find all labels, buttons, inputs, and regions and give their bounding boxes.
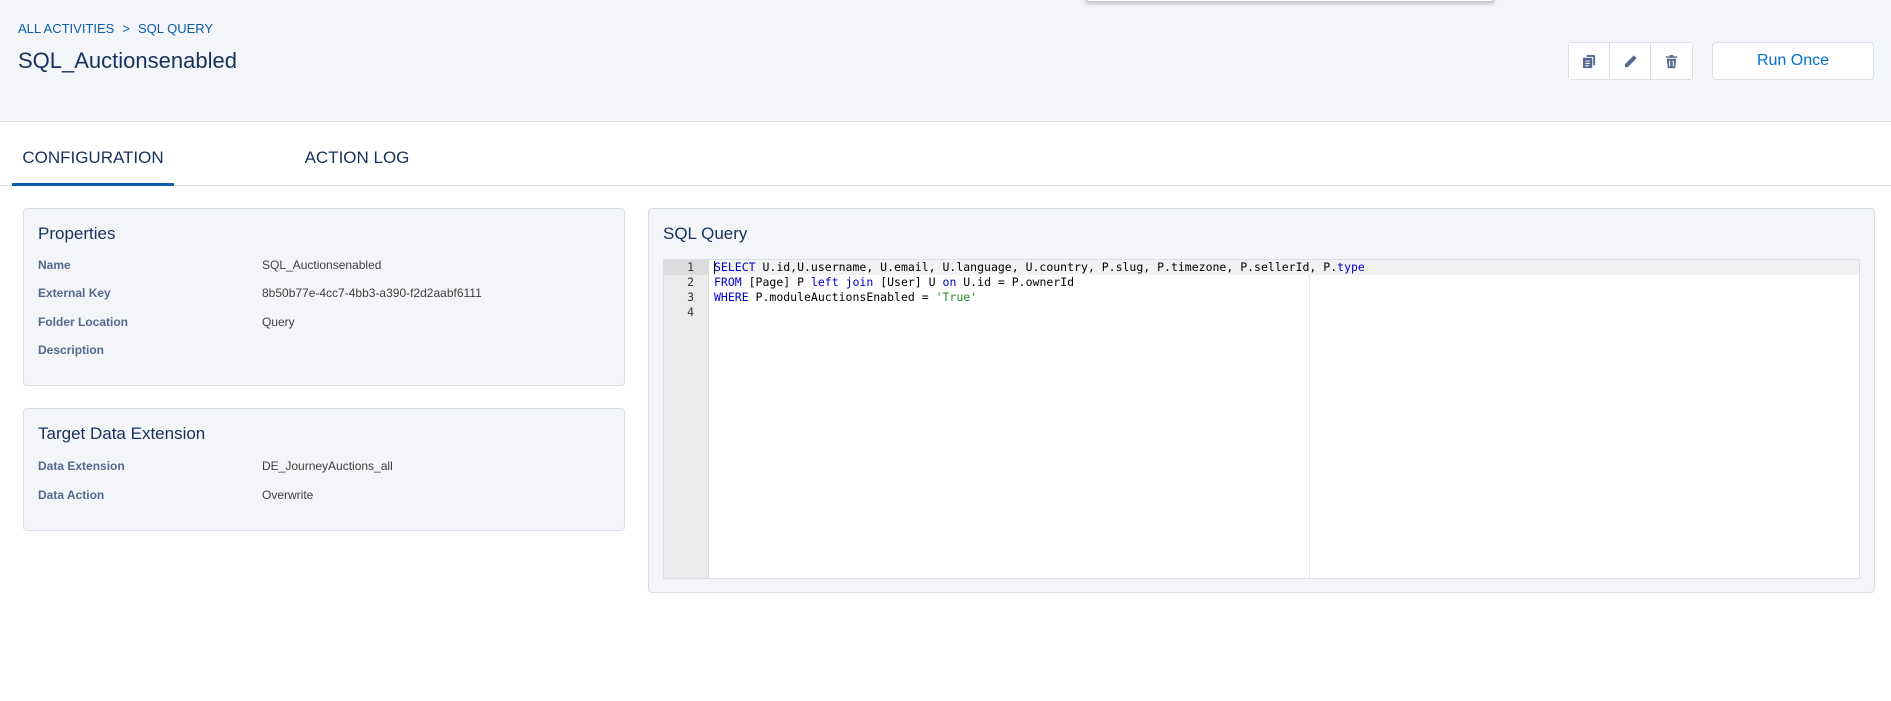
property-value: Overwrite — [262, 488, 314, 502]
sql-keyword: type — [1337, 260, 1365, 274]
line-number: 4 — [687, 305, 694, 319]
property-value: DE_JourneyAuctions_all — [262, 459, 393, 473]
tab-configuration[interactable]: CONFIGURATION — [12, 122, 174, 186]
sql-keyword: WHERE — [714, 290, 749, 304]
property-label: Data Extension — [38, 459, 125, 473]
property-label: Folder Location — [38, 315, 128, 329]
breadcrumb: ALL ACTIVITIES > SQL QUERY — [18, 21, 213, 36]
sql-query-title: SQL Query — [663, 224, 748, 243]
sql-keyword: on — [942, 275, 957, 289]
property-value: 8b50b77e-4cc7-4bb3-a390-f2d2aabf6111 — [262, 286, 482, 300]
sql-keyword: left join — [810, 275, 874, 289]
property-label: External Key — [38, 286, 111, 300]
code-lines[interactable]: SELECT U.id,U.username, U.email, U.langu… — [714, 260, 1859, 320]
line-number-gutter: 1234 — [664, 260, 709, 578]
sql-token: [User] U — [873, 275, 943, 289]
action-icon-group — [1568, 42, 1693, 80]
popover-edge — [1085, 0, 1495, 2]
sql-keyword: SELECT — [714, 260, 756, 274]
line-number: 3 — [687, 290, 694, 304]
breadcrumb-sql-query[interactable]: SQL QUERY — [138, 21, 213, 36]
properties-title: Properties — [38, 224, 116, 243]
pencil-icon — [1624, 54, 1637, 67]
property-label: Description — [38, 343, 105, 357]
property-label: Data Action — [38, 488, 105, 502]
breadcrumb-separator: > — [122, 21, 130, 36]
property-value: Query — [262, 315, 295, 329]
line-number: 2 — [687, 275, 694, 289]
target-data-extension-card: Target Data Extension Data Extension DE_… — [23, 408, 625, 531]
page-title: SQL_Auctionsenabled — [18, 48, 237, 73]
property-value: SQL_Auctionsenabled — [262, 258, 382, 272]
sql-query-card: SQL Query 1234 SELECT U.id,U.username, U… — [648, 208, 1875, 593]
breadcrumb-all-activities[interactable]: ALL ACTIVITIES — [18, 21, 114, 36]
run-once-button[interactable]: Run Once — [1712, 42, 1874, 80]
tab-bar: CONFIGURATION ACTION LOG — [0, 122, 1891, 186]
text-cursor — [714, 261, 715, 274]
edit-button[interactable] — [1610, 43, 1651, 79]
properties-card: Properties Name SQL_Auctionsenabled Exte… — [23, 208, 625, 386]
target-title: Target Data Extension — [38, 424, 206, 443]
line-number: 1 — [664, 260, 708, 275]
property-label: Name — [38, 258, 71, 272]
sql-string: 'True' — [935, 290, 978, 304]
delete-button[interactable] — [1651, 43, 1692, 79]
tab-action-log[interactable]: ACTION LOG — [290, 122, 424, 186]
sql-token: P.moduleAuctionsEnabled = — [748, 290, 936, 304]
page-header: ALL ACTIVITIES > SQL QUERY SQL_Auctionse… — [0, 0, 1891, 122]
code-line: SELECT U.id,U.username, U.email, U.langu… — [714, 260, 1859, 275]
code-line: FROM [Page] P left join [User] U on U.id… — [714, 275, 1859, 290]
sql-keyword: FROM — [714, 275, 742, 289]
copy-icon — [1582, 54, 1595, 68]
trash-icon — [1665, 54, 1678, 68]
sql-token: U.id = P.ownerId — [956, 275, 1075, 289]
copy-button[interactable] — [1569, 43, 1610, 79]
code-line: WHERE P.moduleAuctionsEnabled = 'True' — [714, 290, 1859, 305]
sql-token: U.id,U.username, U.email, U.language, U.… — [755, 260, 1338, 274]
sql-token: [Page] P — [741, 275, 811, 289]
sql-code-editor[interactable]: 1234 SELECT U.id,U.username, U.email, U.… — [663, 259, 1860, 579]
